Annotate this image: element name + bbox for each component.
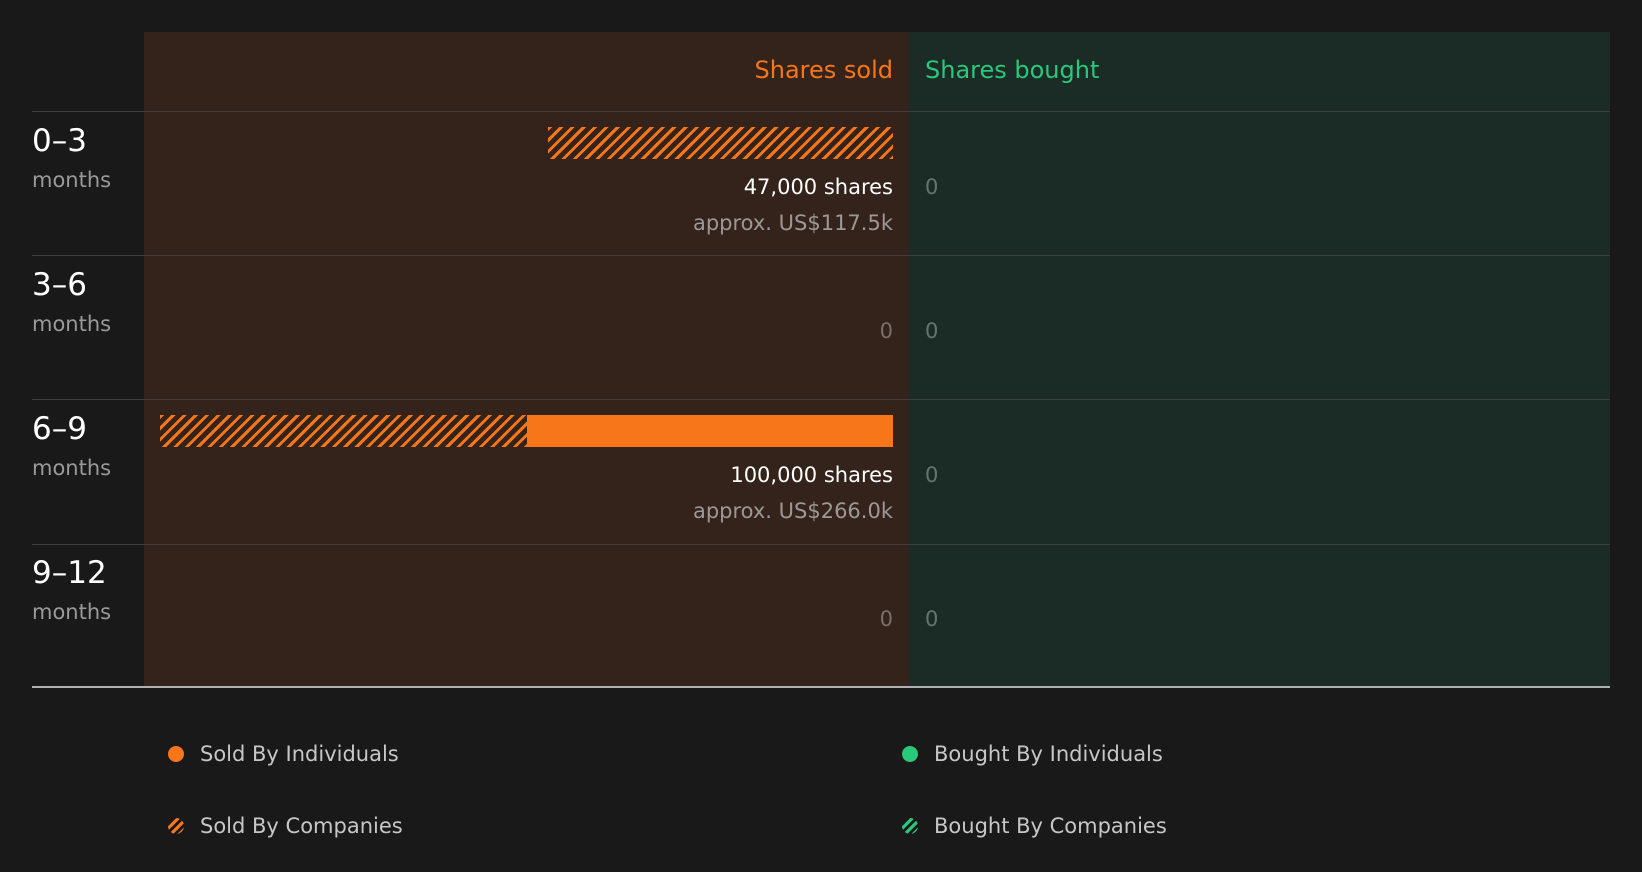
bought-zero-1: 0	[925, 319, 939, 343]
legend-swatch-sold-companies	[168, 818, 184, 834]
header-shares-sold: Shares sold	[754, 56, 893, 84]
bought-zero-2: 0	[925, 463, 939, 487]
shares-label-2: 100,000 shares	[730, 463, 893, 487]
bar-sold-companies-2	[160, 415, 527, 447]
value-label-2: approx. US$266.0k	[692, 499, 893, 523]
row-divider	[32, 544, 1610, 545]
bought-zero-3: 0	[925, 607, 939, 631]
baseline	[32, 686, 1610, 688]
header-shares-bought: Shares bought	[925, 56, 1100, 84]
range-label: 0–3	[32, 123, 87, 159]
unit-label: months	[32, 456, 112, 480]
row-divider	[32, 399, 1610, 400]
legend-label: Sold By Individuals	[200, 742, 399, 766]
range-label: 9–12	[32, 555, 107, 591]
unit-label: months	[32, 168, 112, 192]
value-label-0: approx. US$117.5k	[692, 211, 893, 235]
legend-label: Bought By Individuals	[934, 742, 1163, 766]
range-label: 6–9	[32, 411, 87, 447]
sold-zero-1: 0	[879, 319, 893, 343]
row-label-0: 0–3 months	[32, 121, 111, 195]
row-label-1: 3–6 months	[32, 265, 111, 339]
legend-swatch-bought-individuals	[902, 746, 918, 762]
row-divider	[32, 111, 1610, 112]
unit-label: months	[32, 600, 112, 624]
shares-label-0: 47,000 shares	[743, 175, 893, 199]
legend-sold-individuals[interactable]: Sold By Individuals	[168, 742, 399, 766]
bar-sold-companies-0	[548, 127, 893, 159]
row-label-2: 6–9 months	[32, 409, 111, 483]
row-divider	[32, 255, 1610, 256]
legend-label: Bought By Companies	[934, 814, 1167, 838]
bought-zero-0: 0	[925, 175, 939, 199]
legend-sold-companies[interactable]: Sold By Companies	[168, 814, 403, 838]
legend-bought-companies[interactable]: Bought By Companies	[902, 814, 1167, 838]
range-label: 3–6	[32, 267, 87, 303]
row-label-3: 9–12 months	[32, 553, 111, 627]
bar-sold-individuals-2	[526, 415, 893, 447]
bought-panel	[909, 32, 1610, 687]
legend-label: Sold By Companies	[200, 814, 403, 838]
legend-swatch-sold-individuals	[168, 746, 184, 762]
unit-label: months	[32, 312, 112, 336]
sold-zero-3: 0	[879, 607, 893, 631]
legend-bought-individuals[interactable]: Bought By Individuals	[902, 742, 1163, 766]
legend-swatch-bought-companies	[902, 818, 918, 834]
